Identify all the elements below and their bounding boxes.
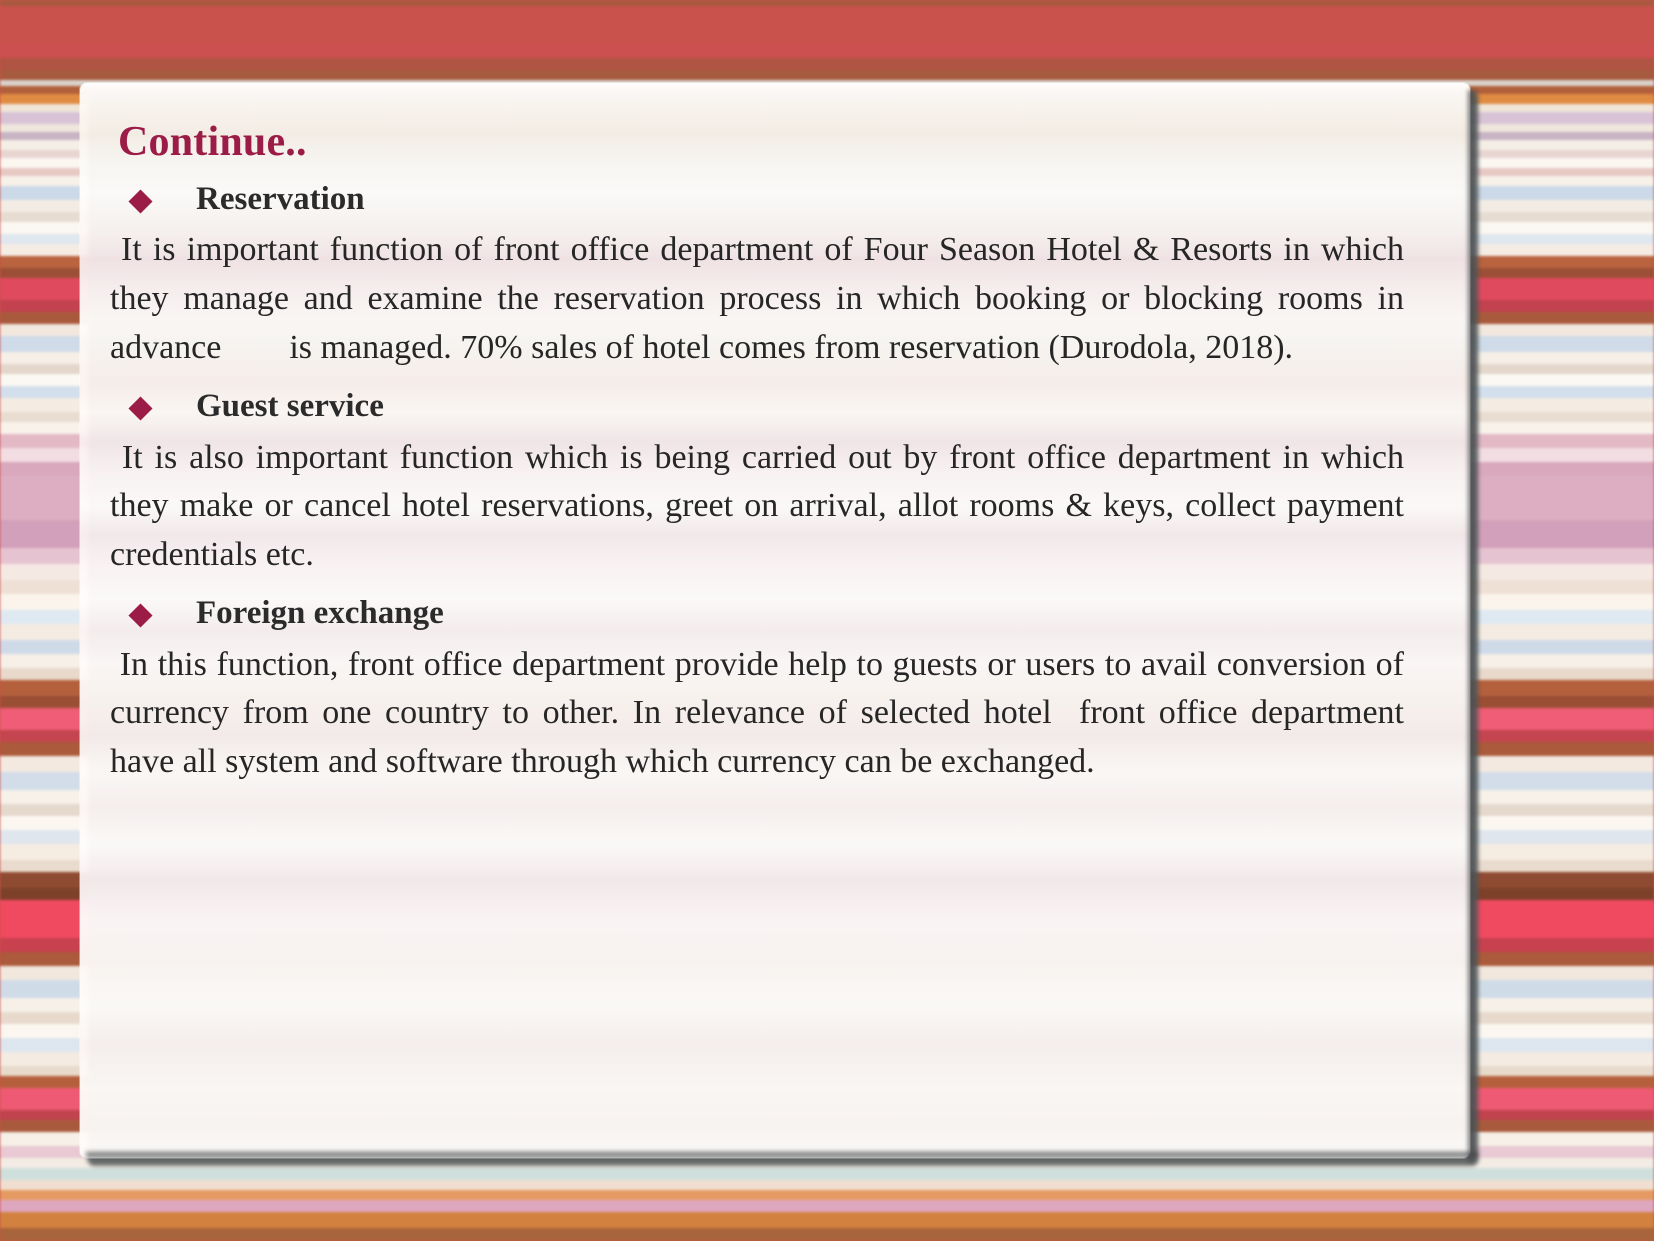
section-paragraph-foreign-exchange: In this function, front office departmen… <box>110 645 1413 780</box>
slide-content: Continue.. Reservation It is important f… <box>80 83 1470 1241</box>
section-heading-label: Guest service <box>196 388 384 425</box>
bullet-heading-guest-service: Guest service <box>108 386 1414 427</box>
diamond-bullet-icon <box>128 189 153 214</box>
diamond-bullet-icon <box>128 396 153 421</box>
page-title: Continue.. <box>118 119 307 165</box>
diamond-bullet-icon <box>128 603 153 628</box>
section-paragraph-reservation: It is important function of front office… <box>110 231 1421 366</box>
section-heading-label: Reservation <box>196 181 365 218</box>
bullet-heading-foreign-exchange: Foreign exchange <box>108 593 1414 634</box>
slide-root: Continue.. Reservation It is important f… <box>0 0 1654 1241</box>
section-heading-label: Foreign exchange <box>196 595 444 632</box>
bullet-heading-reservation: Reservation <box>108 179 1414 220</box>
section-paragraph-guest-service: It is also important function which is b… <box>110 438 1413 573</box>
